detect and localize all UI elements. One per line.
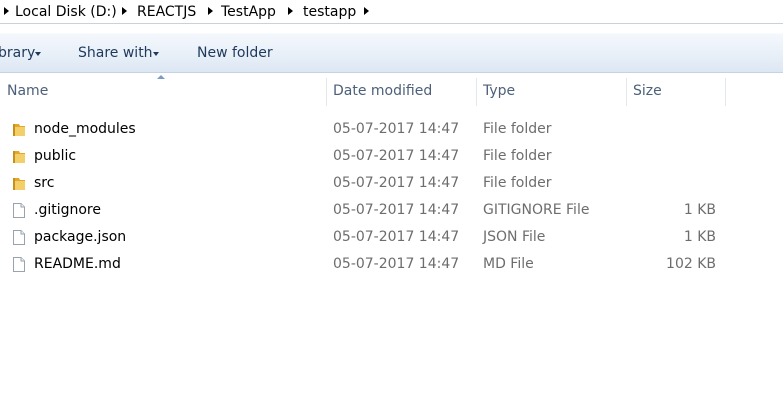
file-date-modified: 05-07-2017 14:47 <box>333 256 460 272</box>
list-item-node-modules[interactable]: node_modules 05-07-2017 14:47 File folde… <box>0 116 783 143</box>
command-toolbar: brary Share with New folder <box>0 33 783 73</box>
breadcrumb-item-local-disk[interactable]: Local Disk (D:) <box>15 2 117 22</box>
column-header: Name Date modified Type Size <box>0 74 783 108</box>
breadcrumb-arrow-icon[interactable] <box>208 7 213 15</box>
breadcrumb-item-testapp-current[interactable]: testapp <box>303 2 356 22</box>
folder-icon <box>13 124 25 136</box>
address-bar[interactable]: Local Disk (D:) REACTJS TestApp testapp <box>0 0 783 24</box>
file-type: File folder <box>483 148 552 164</box>
share-with-label: Share with <box>78 45 153 61</box>
breadcrumb-arrow-icon[interactable] <box>4 7 9 15</box>
file-type: MD File <box>483 256 534 272</box>
breadcrumb-arrow-icon[interactable] <box>122 7 127 15</box>
new-folder-label: New folder <box>197 45 273 61</box>
file-name: README.md <box>34 256 121 272</box>
file-size: 102 KB <box>666 256 716 272</box>
file-date-modified: 05-07-2017 14:47 <box>333 175 460 191</box>
file-type: GITIGNORE File <box>483 202 590 218</box>
include-in-library-button[interactable]: brary <box>0 34 35 73</box>
column-header-size[interactable]: Size <box>633 74 662 108</box>
column-divider[interactable] <box>626 78 627 106</box>
file-size <box>630 116 716 143</box>
share-with-button[interactable]: Share with <box>78 34 153 73</box>
chevron-down-icon[interactable] <box>153 52 159 56</box>
file-name: node_modules <box>34 121 136 137</box>
file-type: File folder <box>483 175 552 191</box>
list-item-public[interactable]: public 05-07-2017 14:47 File folder <box>0 143 783 170</box>
file-date-modified: 05-07-2017 14:47 <box>333 202 460 218</box>
new-folder-button[interactable]: New folder <box>197 34 273 73</box>
column-divider[interactable] <box>326 78 327 106</box>
breadcrumb-arrow-icon[interactable] <box>288 7 293 15</box>
chevron-down-icon[interactable] <box>35 52 41 56</box>
file-icon <box>13 230 25 245</box>
file-date-modified: 05-07-2017 14:47 <box>333 229 460 245</box>
file-name: package.json <box>34 229 127 245</box>
file-type: File folder <box>483 121 552 137</box>
file-list: node_modules 05-07-2017 14:47 File folde… <box>0 116 783 278</box>
file-name: public <box>34 148 77 164</box>
column-header-type[interactable]: Type <box>483 74 515 108</box>
column-divider[interactable] <box>725 78 726 106</box>
file-size: 1 KB <box>683 202 716 218</box>
folder-icon <box>13 178 25 190</box>
list-item-gitignore[interactable]: .gitignore 05-07-2017 14:47 GITIGNORE Fi… <box>0 197 783 224</box>
file-icon <box>13 203 25 218</box>
folder-icon <box>13 151 25 163</box>
column-divider[interactable] <box>476 78 477 106</box>
library-button-label: brary <box>0 45 36 61</box>
file-size: 1 KB <box>683 229 716 245</box>
list-item-readme[interactable]: README.md 05-07-2017 14:47 MD File 102 K… <box>0 251 783 278</box>
breadcrumb-item-testapp[interactable]: TestApp <box>221 2 276 22</box>
file-icon <box>13 257 25 272</box>
sort-ascending-icon <box>157 75 165 79</box>
file-date-modified: 05-07-2017 14:47 <box>333 121 460 137</box>
column-header-date-modified[interactable]: Date modified <box>333 74 432 108</box>
file-size <box>630 143 716 170</box>
file-date-modified: 05-07-2017 14:47 <box>333 148 460 164</box>
file-size <box>630 170 716 197</box>
file-name: .gitignore <box>34 202 101 218</box>
column-header-name[interactable]: Name <box>7 74 48 108</box>
file-name: src <box>34 175 55 191</box>
breadcrumb-item-reactjs[interactable]: REACTJS <box>137 2 196 22</box>
file-type: JSON File <box>483 229 546 245</box>
list-item-src[interactable]: src 05-07-2017 14:47 File folder <box>0 170 783 197</box>
list-item-package-json[interactable]: package.json 05-07-2017 14:47 JSON File … <box>0 224 783 251</box>
breadcrumb-arrow-icon[interactable] <box>364 7 369 15</box>
